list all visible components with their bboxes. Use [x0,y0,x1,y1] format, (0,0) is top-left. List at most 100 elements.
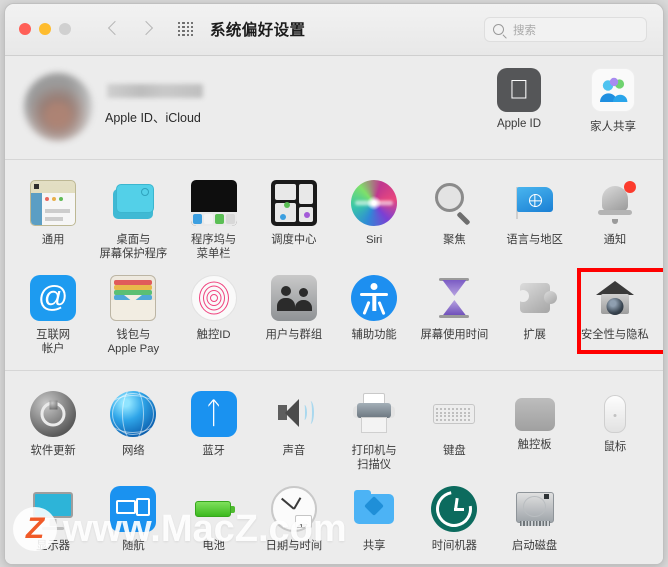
pref-network[interactable]: 网络 [93,385,173,480]
search-icon [493,24,504,35]
internet-accounts-icon: @ [30,275,77,321]
pref-mouse[interactable]: 鼠标 [575,385,655,480]
pref-label: 启动磁盘 [512,540,558,552]
apple-logo-icon:  [497,68,541,112]
preference-row-4: 显示器 随航 电池 17 日期与时间 共享 时间机器 启动磁盘 [5,480,663,564]
traffic-lights [19,23,71,35]
mission-control-icon [270,180,317,226]
zoom-button[interactable] [59,23,71,35]
bluetooth-icon: ᛏ [190,391,237,437]
preference-row-3: 软件更新 网络 ᛏ 蓝牙 声音 打印机与 扫描仪 键盘 触控板 鼠标 [5,385,663,480]
navigation-buttons [108,18,154,40]
displays-icon [30,486,76,532]
pref-label: 鼠标 [603,441,627,453]
pref-displays[interactable]: 显示器 [13,480,93,564]
avatar[interactable] [24,73,92,141]
pref-desktop-screensaver[interactable]: 桌面与 屏幕保护程序 [93,174,173,269]
preference-row-2: @ 互联网 帐户 钱包与 Apple Pay 触控ID 用户与群组 辅助功能 屏… [5,269,663,364]
back-chevron-icon[interactable] [108,18,121,40]
pref-trackpad[interactable]: 触控板 [495,385,575,480]
show-all-grid-icon[interactable] [178,22,194,37]
pref-sidecar[interactable]: 随航 [93,480,173,564]
pref-tile-label: Apple ID [496,118,542,130]
pref-battery[interactable]: 电池 [174,480,254,564]
pref-sharing[interactable]: 共享 [334,480,414,564]
dock-menubar-icon [190,180,237,226]
pref-label: 桌面与 屏幕保护程序 [99,234,168,260]
wallet-applepay-icon [110,275,157,321]
pref-label: 蓝牙 [202,445,225,457]
pref-printers-scanners[interactable]: 打印机与 扫描仪 [334,385,414,480]
pref-label: 软件更新 [30,445,76,457]
calendar-day: 17 [299,522,308,528]
preference-group-2: 软件更新 网络 ᛏ 蓝牙 声音 打印机与 扫描仪 键盘 触控板 鼠标 显示器 随… [5,371,663,564]
sound-icon [271,391,317,437]
pref-mission-control[interactable]: 调度中心 [254,174,334,269]
pref-notifications[interactable]: 通知 [575,174,655,269]
mouse-icon [603,395,626,433]
window-titlebar: 系统偏好设置 搜索 [5,4,663,56]
pref-siri[interactable]: Siri [334,174,414,269]
pref-spotlight[interactable]: 聚焦 [414,174,494,269]
preference-row-1: 通用 桌面与 屏幕保护程序 程序坞与 菜单栏 调度中心 Siri 聚焦 语言与地… [5,174,663,269]
pref-security-privacy[interactable]: 安全性与隐私 [575,269,655,364]
pref-users-groups[interactable]: 用户与群组 [254,269,334,364]
window-title: 系统偏好设置 [210,22,306,39]
pref-accessibility[interactable]: 辅助功能 [334,269,414,364]
account-tiles:  Apple ID 家人共享 [483,68,649,134]
pref-empty-slot [575,480,655,564]
pref-date-time[interactable]: 17 日期与时间 [254,480,334,564]
extensions-icon [512,275,558,321]
search-placeholder: 搜索 [513,25,536,37]
pref-touch-id[interactable]: 触控ID [174,269,254,364]
pref-wallet-applepay[interactable]: 钱包与 Apple Pay [93,269,173,364]
language-region-icon [512,180,558,226]
touch-id-icon [190,275,237,321]
spotlight-icon [431,180,477,226]
pref-label: 程序坞与 菜单栏 [191,234,237,260]
close-button[interactable] [19,23,31,35]
pref-internet-accounts[interactable]: @ 互联网 帐户 [13,269,93,364]
security-privacy-icon [592,275,638,321]
pref-label: 电池 [202,540,225,552]
pref-language-region[interactable]: 语言与地区 [495,174,575,269]
family-sharing-icon [591,68,635,112]
network-icon [110,391,157,437]
accessibility-icon [351,275,398,321]
pref-label: 触控板 [517,439,552,451]
pref-tile-apple-id[interactable]:  Apple ID [483,68,555,134]
pref-tile-family-sharing[interactable]: 家人共享 [577,68,649,134]
minimize-button[interactable] [39,23,51,35]
preference-group-1: 通用 桌面与 屏幕保护程序 程序坞与 菜单栏 调度中心 Siri 聚焦 语言与地… [5,160,663,370]
users-groups-icon [270,275,317,321]
search-field[interactable]: 搜索 [484,17,647,42]
apple-id-account-row[interactable]: Apple ID、iCloud  Apple ID [5,56,663,159]
account-name-blurred [107,84,203,98]
sharing-icon [351,486,397,532]
pref-bluetooth[interactable]: ᛏ 蓝牙 [174,385,254,480]
pref-sound[interactable]: 声音 [254,385,334,480]
system-preferences-window: 系统偏好设置 搜索 Apple ID、iCloud  Apple ID [4,3,664,565]
pref-dock-menubar[interactable]: 程序坞与 菜单栏 [174,174,254,269]
pref-startup-disk[interactable]: 启动磁盘 [495,480,575,564]
preferences-content: Apple ID、iCloud  Apple ID [5,56,663,564]
pref-label: 显示器 [36,540,71,552]
forward-chevron-icon[interactable] [141,18,154,40]
pref-software-update[interactable]: 软件更新 [13,385,93,480]
pref-screen-time[interactable]: 屏幕使用时间 [414,269,494,364]
pref-label: 调度中心 [271,234,317,246]
general-icon [30,180,77,226]
pref-label: Siri [365,234,383,246]
pref-label: 屏幕使用时间 [420,329,489,341]
pref-keyboard[interactable]: 键盘 [414,385,494,480]
pref-time-machine[interactable]: 时间机器 [414,480,494,564]
pref-extensions[interactable]: 扩展 [495,269,575,364]
pref-label: 键盘 [443,445,466,457]
pref-label: 语言与地区 [506,234,563,246]
pref-label: 辅助功能 [351,329,397,341]
pref-general[interactable]: 通用 [13,174,93,269]
trackpad-icon [514,398,555,431]
pref-label: 钱包与 Apple Pay [107,329,160,355]
time-machine-icon [429,483,480,535]
desktop-screensaver-icon [110,180,156,226]
